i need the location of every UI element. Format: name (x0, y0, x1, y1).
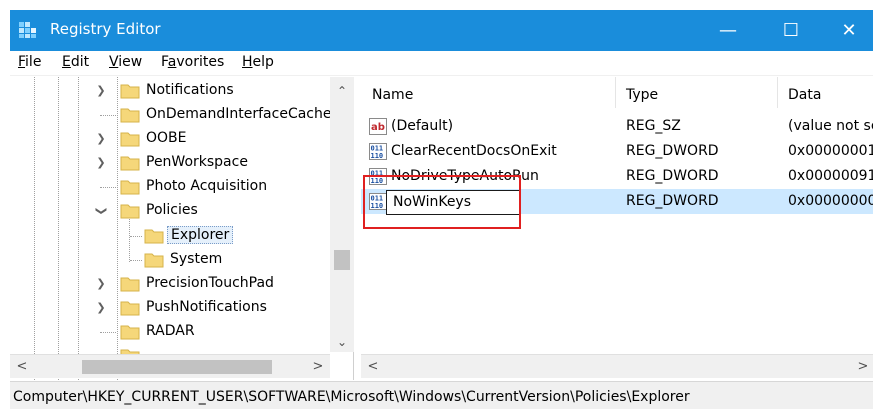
folder-icon (144, 229, 164, 244)
key-path: Computer\HKEY_CURRENT_USER\SOFTWARE\Micr… (13, 389, 690, 405)
folder-open-icon (120, 204, 140, 219)
menu-file[interactable]: File (18, 54, 41, 70)
scroll-thumb[interactable] (334, 250, 350, 270)
scroll-up-icon[interactable]: ⌃ (330, 81, 354, 101)
column-separator[interactable] (615, 77, 616, 108)
tree-item-penworkspace[interactable]: ❯ PenWorkspace (10, 151, 340, 175)
scroll-right-icon[interactable]: > (308, 355, 328, 379)
menu-favorites[interactable]: Favorites (161, 54, 224, 70)
value-row-default[interactable]: ab (Default) REG_SZ (value not se (361, 114, 873, 139)
dword-value-icon: 011 110 (369, 143, 387, 160)
minimize-icon: — (719, 20, 737, 41)
scroll-left-icon[interactable]: < (12, 355, 32, 379)
folder-icon (120, 132, 140, 147)
folder-icon (144, 253, 164, 268)
menu-edit[interactable]: Edit (62, 54, 89, 70)
folder-icon (120, 108, 140, 123)
title-bar[interactable]: Registry Editor — ☐ ✕ (10, 10, 873, 51)
string-value-icon: ab (369, 118, 387, 135)
tree-guide-line (130, 260, 142, 261)
tree-item-pushnotifications[interactable]: ❯ PushNotifications (10, 296, 340, 320)
tree-item-policies[interactable]: ❯ Policies (10, 199, 340, 223)
tree-horizontal-scrollbar[interactable]: < > (10, 354, 330, 378)
chevron-right-icon[interactable]: ❯ (94, 84, 108, 98)
scroll-down-icon[interactable]: ⌄ (330, 332, 354, 352)
folder-icon (120, 325, 140, 340)
tree-vertical-scrollbar[interactable]: ⌃ ⌄ (330, 77, 354, 352)
tree-item-radar[interactable]: RADAR (10, 320, 340, 344)
menu-view[interactable]: View (109, 54, 142, 70)
tree-guide-line (100, 187, 116, 188)
annotation-highlight-box (363, 175, 521, 229)
close-button[interactable]: ✕ (824, 10, 873, 51)
folder-icon (120, 180, 140, 195)
maximize-button[interactable]: ☐ (766, 10, 816, 51)
chevron-right-icon[interactable]: ❯ (94, 301, 108, 315)
chevron-right-icon[interactable]: ❯ (94, 277, 108, 291)
menu-bar: File Edit View Favorites Help (10, 51, 873, 76)
maximize-icon: ☐ (782, 20, 800, 41)
svg-text:ab: ab (371, 122, 385, 133)
column-header-name[interactable]: Name (372, 87, 413, 103)
scroll-left-icon[interactable]: < (363, 355, 383, 379)
scroll-right-icon[interactable]: > (853, 355, 873, 379)
folder-icon (120, 277, 140, 292)
column-header-data[interactable]: Data (788, 87, 821, 103)
tree-item-photo-acquisition[interactable]: Photo Acquisition (10, 175, 340, 199)
tree-guide-line (100, 115, 116, 116)
key-tree[interactable]: ❯ Notifications OnDemandInterfaceCache ❯… (10, 77, 354, 380)
chevron-down-icon[interactable]: ❯ (94, 204, 108, 218)
tree-guide-line (100, 332, 116, 333)
tree-item-ondemandinterfacecache[interactable]: OnDemandInterfaceCache (10, 103, 340, 127)
column-separator[interactable] (777, 77, 778, 108)
folder-icon (120, 84, 140, 99)
scroll-thumb[interactable] (82, 360, 272, 374)
tree-item-oobe[interactable]: ❯ OOBE (10, 127, 340, 151)
column-header-type[interactable]: Type (626, 87, 658, 103)
menu-help[interactable]: Help (242, 54, 274, 70)
folder-icon (120, 301, 140, 316)
window-title: Registry Editor (50, 20, 161, 38)
tree-item-explorer[interactable]: Explorer (10, 224, 340, 248)
values-horizontal-scrollbar[interactable]: < > (361, 354, 873, 378)
minimize-button[interactable]: — (703, 10, 753, 51)
tree-item-system[interactable]: System (10, 248, 340, 272)
chevron-right-icon[interactable]: ❯ (94, 132, 108, 146)
value-row-clearrecentdocsonexit[interactable]: 011 110 ClearRecentDocsOnExit REG_DWORD … (361, 139, 873, 164)
tree-item-notifications[interactable]: ❯ Notifications (10, 79, 340, 103)
tree-guide-line (130, 236, 142, 237)
folder-icon (120, 156, 140, 171)
address-bar[interactable]: Computer\HKEY_CURRENT_USER\SOFTWARE\Micr… (10, 381, 873, 409)
chevron-right-icon[interactable]: ❯ (94, 156, 108, 170)
tree-item-precisiontouchpad[interactable]: ❯ PrecisionTouchPad (10, 272, 340, 296)
close-icon: ✕ (841, 20, 857, 41)
svg-text:110: 110 (371, 152, 384, 160)
registry-editor-icon (19, 22, 36, 38)
